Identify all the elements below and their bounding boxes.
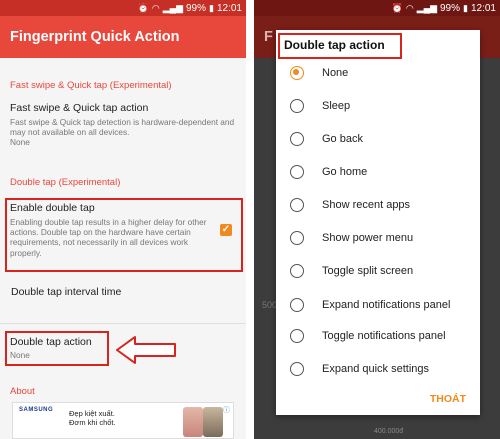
option-label: Expand quick settings [322,362,430,375]
pref-fast-swipe-value: None [10,137,30,148]
clock: 12:01 [216,2,242,14]
clock: 12:01 [470,2,496,14]
app-title-fragment: F [264,29,273,45]
signal-icon: ▂▄▆ [416,2,437,13]
option-label: Sleep [322,99,351,112]
phone-image [203,407,223,437]
radio-icon[interactable] [290,132,304,146]
radio-checked-icon[interactable] [290,66,304,80]
status-bar: ⏰ ◠ ▂▄▆ 99% ▮ 12:01 [0,0,246,16]
radio-icon[interactable] [290,198,304,212]
ad-text: Đẹp kiệt xuất. Đơm khi chốt. [69,409,116,427]
pref-interval-title[interactable]: Double tap interval time [11,286,121,298]
ad-line-1: Đẹp kiệt xuất. [69,409,115,418]
battery-icon: ▮ [209,2,214,13]
radio-icon[interactable] [290,362,304,376]
option-label: Show recent apps [322,198,411,211]
section-header-double: Double tap (Experimental) [10,177,121,188]
section-header-fast: Fast swipe & Quick tap (Experimental) [10,80,172,91]
option-expand-notifications[interactable]: Expand notifications panel [276,288,480,322]
option-recent-apps[interactable]: Show recent apps [276,190,480,220]
settings-screen: ⏰ ◠ ▂▄▆ 99% ▮ 12:01 Fingerprint Quick Ac… [0,0,246,439]
background-ad-price: 400.000đ [374,428,404,435]
option-label: Show power menu [322,231,414,244]
wifi-icon: ◠ [405,2,414,13]
wifi-icon: ◠ [151,2,160,13]
status-bar: ⏰ ◠ ▂▄▆ 99% ▮ 12:01 [254,0,500,16]
pointer-arrow-icon [116,336,176,364]
double-tap-action-dialog: Double tap action None Sleep Go back Go … [276,30,480,415]
ad-banner[interactable]: SAMSUNG Đẹp kiệt xuất. Đơm khi chốt. ⓘ [12,402,234,439]
radio-icon[interactable] [290,298,304,312]
ad-line-2: Đơm khi chốt. [69,418,116,427]
exit-button[interactable]: THOÁT [430,393,466,405]
highlight-box-action [5,331,109,366]
pref-fast-swipe-title: Fast swipe & Quick tap action [10,102,149,114]
radio-icon[interactable] [290,165,304,179]
option-quick-settings[interactable]: Expand quick settings [276,354,480,384]
app-title: Fingerprint Quick Action [10,29,180,45]
radio-icon[interactable] [290,99,304,113]
option-none[interactable]: None [276,58,480,88]
battery-level: 99% [186,2,207,14]
pref-fast-swipe-summary: Fast swipe & Quick tap detection is hard… [10,117,235,138]
samsung-logo: SAMSUNG [19,407,54,413]
option-label: Go home [322,165,368,178]
option-sleep[interactable]: Sleep [276,91,480,121]
option-power-menu[interactable]: Show power menu [276,223,480,253]
option-label: Toggle notifications panel [322,329,446,342]
highlight-box-title [278,33,402,59]
option-label: Expand notifications panel [322,298,451,311]
option-go-home[interactable]: Go home [276,157,480,187]
option-label: Go back [322,132,363,145]
option-split-screen[interactable]: Toggle split screen [276,256,480,286]
dialog-screen: ⏰ ◠ ▂▄▆ 99% ▮ 12:01 F 500ms Double tap a… [254,0,500,439]
alarm-icon: ⏰ [391,2,403,13]
radio-icon[interactable] [290,329,304,343]
option-label: Toggle split screen [322,264,414,277]
battery-icon: ▮ [463,2,468,13]
divider [0,323,246,324]
ad-info-icon[interactable]: ⓘ [223,405,230,415]
app-bar: Fingerprint Quick Action [0,16,246,58]
radio-icon[interactable] [290,264,304,278]
section-header-about: About [10,386,35,397]
pref-fast-swipe[interactable]: Fast swipe & Quick tap action Fast swipe… [10,102,238,148]
battery-level: 99% [440,2,461,14]
radio-icon[interactable] [290,231,304,245]
option-go-back[interactable]: Go back [276,124,480,154]
phone-image [183,407,203,437]
highlight-box-enable [5,198,243,272]
option-toggle-notifications[interactable]: Toggle notifications panel [276,321,480,351]
signal-icon: ▂▄▆ [162,2,183,13]
alarm-icon: ⏰ [137,2,149,13]
option-label: None [322,66,349,79]
